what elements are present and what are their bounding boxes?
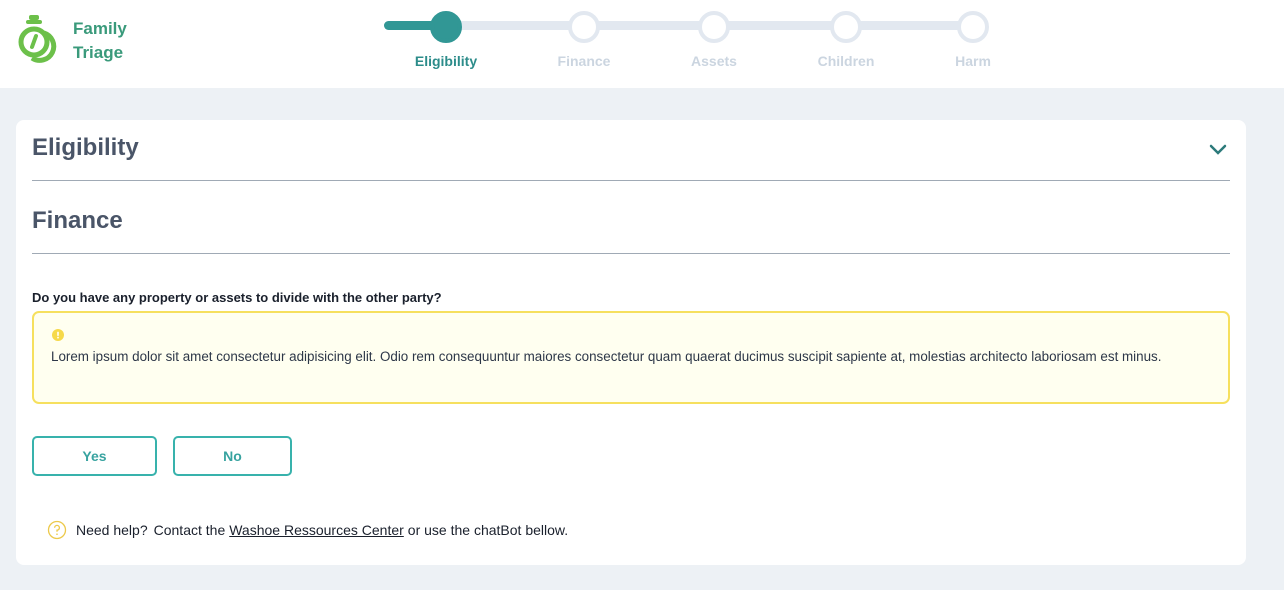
top-bar: Family Triage Eligibility Finance Assets…: [0, 0, 1284, 88]
section-finance: Finance: [32, 193, 1230, 254]
step-dot-eligibility[interactable]: [430, 11, 462, 43]
help-line: Need help? Contact the Washoe Ressources…: [47, 520, 568, 540]
help-middle: Contact the: [153, 522, 226, 538]
step-dot-assets[interactable]: [698, 11, 730, 43]
logo[interactable]: Family Triage: [18, 14, 127, 68]
step-label-finance[interactable]: Finance: [524, 53, 644, 69]
info-alert: Lorem ipsum dolor sit amet consectetur a…: [32, 311, 1230, 404]
step-dot-harm[interactable]: [957, 11, 989, 43]
chevron-down-icon[interactable]: [1208, 140, 1228, 160]
stepper-track: [384, 21, 974, 30]
logo-text-line2: Triage: [73, 43, 124, 62]
no-button[interactable]: No: [173, 436, 292, 476]
resources-center-link[interactable]: Washoe Ressources Center: [229, 522, 404, 538]
step-dot-finance[interactable]: [568, 11, 600, 43]
form-card: Eligibility Finance Do you have any prop…: [16, 120, 1246, 565]
step-label-assets[interactable]: Assets: [654, 53, 774, 69]
question-label: Do you have any property or assets to di…: [32, 290, 442, 305]
yes-button[interactable]: Yes: [32, 436, 157, 476]
step-label-harm[interactable]: Harm: [913, 53, 1033, 69]
section-title-finance: Finance: [32, 207, 123, 234]
help-prefix: Need help?: [76, 522, 148, 538]
rings-icon: [18, 15, 57, 63]
exclamation-circle-icon: [52, 329, 64, 341]
progress-stepper: Eligibility Finance Assets Children Harm: [384, 0, 1004, 88]
section-title-eligibility: Eligibility: [32, 134, 139, 161]
question-circle-icon: [47, 520, 67, 540]
help-suffix: or use the chatBot bellow.: [407, 522, 569, 538]
logo-text-line1: Family: [73, 19, 127, 38]
alert-text: Lorem ipsum dolor sit amet consectetur a…: [51, 349, 1162, 364]
section-eligibility[interactable]: Eligibility: [32, 120, 1230, 181]
step-label-eligibility[interactable]: Eligibility: [386, 53, 506, 69]
step-dot-children[interactable]: [830, 11, 862, 43]
step-label-children[interactable]: Children: [786, 53, 906, 69]
